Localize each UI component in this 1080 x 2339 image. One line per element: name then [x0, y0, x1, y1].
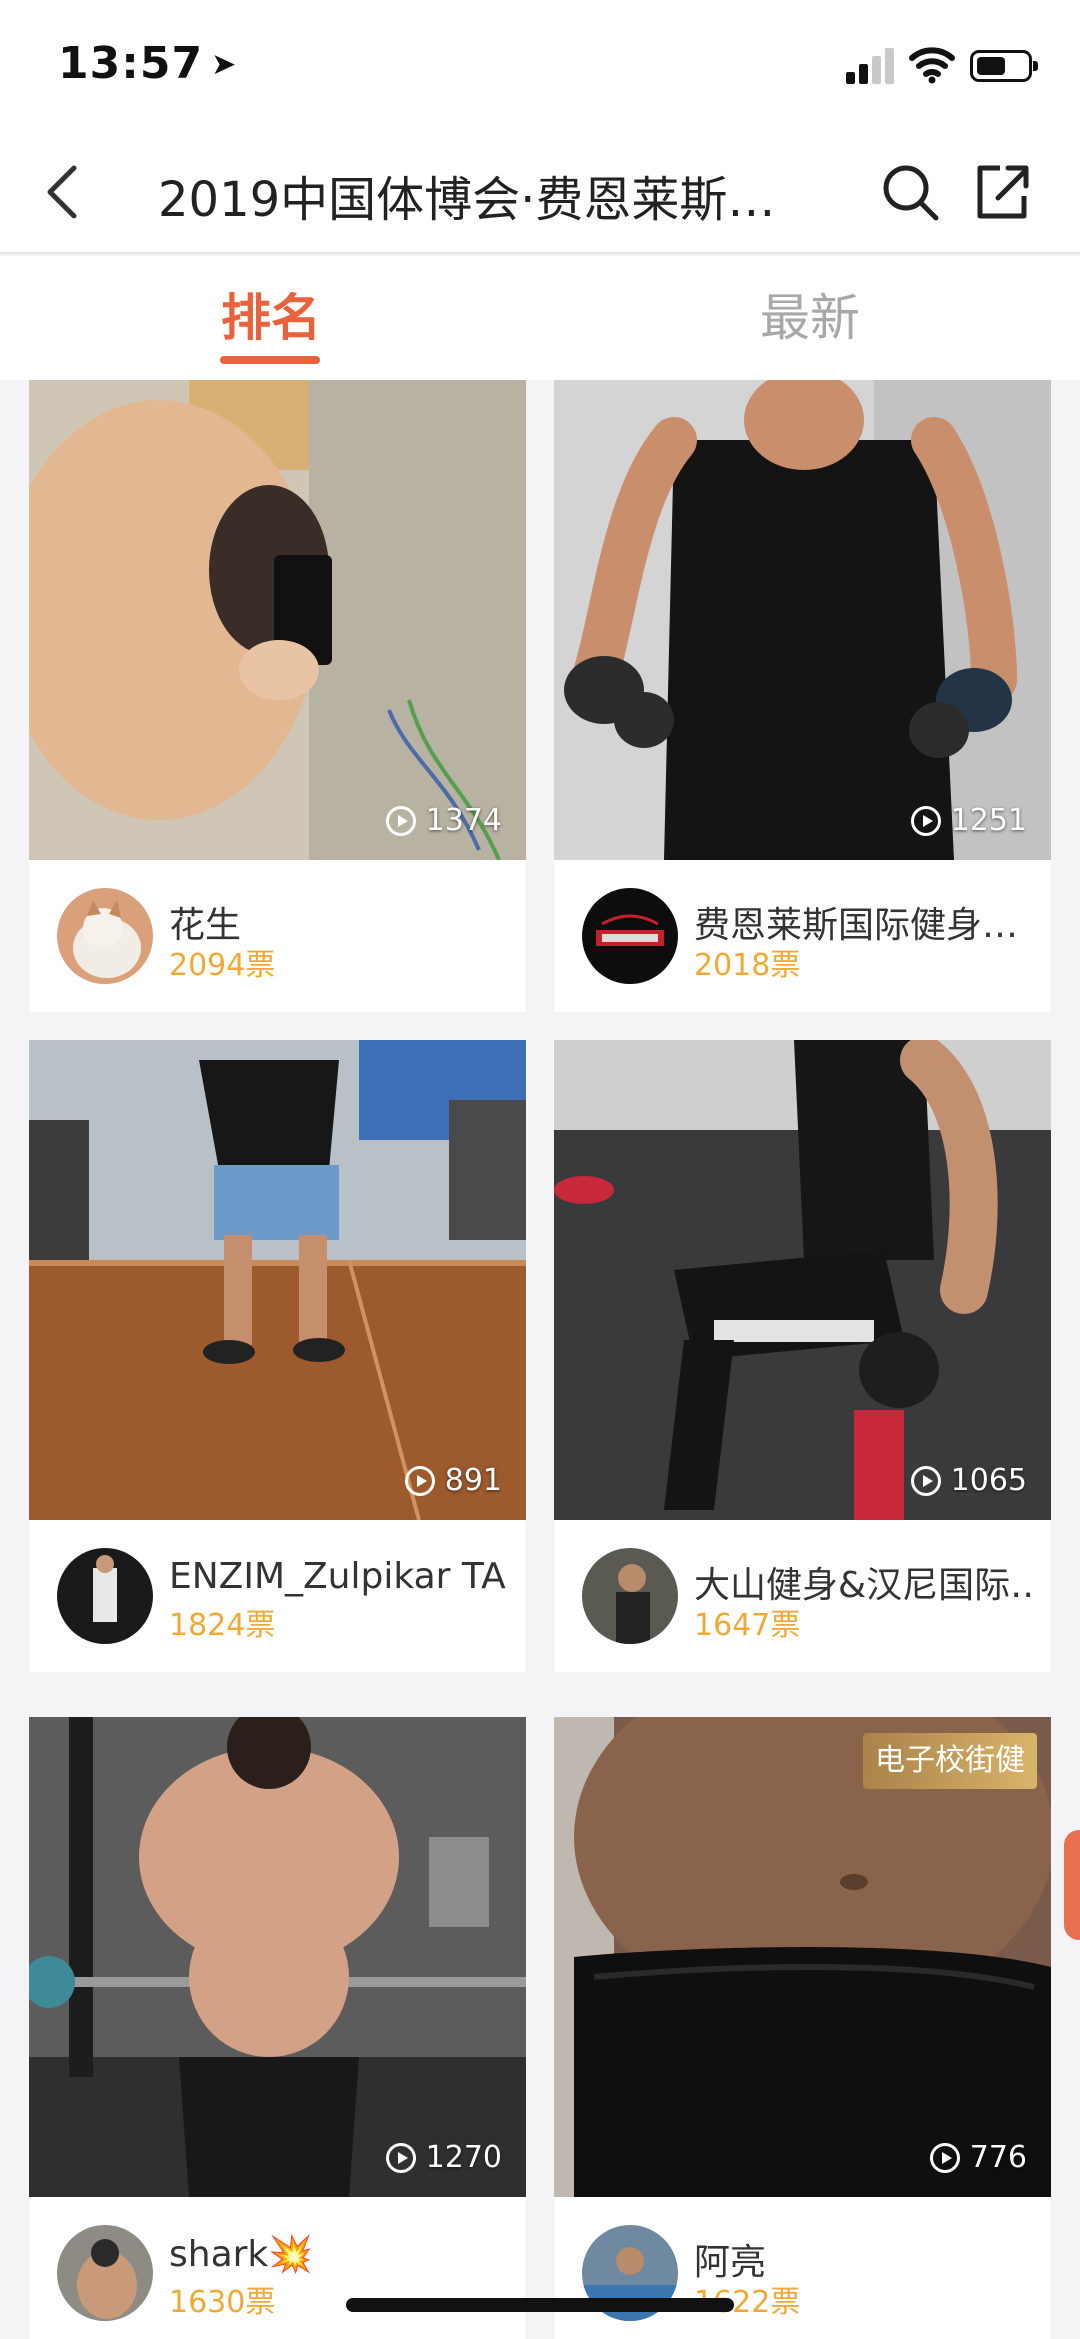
home-indicator[interactable] [346, 2298, 734, 2312]
share-icon[interactable] [970, 156, 1034, 226]
avatar[interactable] [582, 888, 678, 984]
play-icon [929, 2142, 960, 2173]
entry-info: 花生 2094票 [29, 860, 526, 1012]
entry-card[interactable]: 1065 大山健身&汉尼国际… 1647票 [554, 1040, 1051, 1672]
entry-card[interactable]: 1374 花生 2094票 [29, 380, 526, 1012]
video-thumbnail[interactable]: 1065 [554, 1040, 1051, 1520]
play-icon [910, 805, 941, 836]
entry-card[interactable]: 1270 shark💥 1630票 [29, 1717, 526, 2339]
entry-info: 阿亮 1622票 [554, 2197, 1051, 2339]
vote-count: 1647票 [694, 1608, 801, 1643]
wifi-icon [909, 47, 955, 84]
floating-button-edge[interactable] [1064, 1830, 1080, 1940]
active-tab-indicator [220, 356, 320, 364]
vote-count: 2094票 [169, 948, 276, 983]
navigation-bar: 2019中国体博会·费恩莱斯… [0, 130, 1080, 254]
play-icon [910, 1465, 941, 1496]
vote-count: 2018票 [694, 948, 801, 983]
play-icon [385, 2142, 416, 2173]
play-count: 1251 [910, 803, 1027, 838]
status-bar: 13:57 ➤ [0, 0, 1080, 130]
video-thumbnail[interactable]: 电子校街健 776 [554, 1717, 1051, 2197]
entry-card[interactable]: 891 ENZIM_Zulpikar TA… 1824票 [29, 1040, 526, 1672]
tab-latest[interactable]: 最新 [660, 278, 960, 350]
entry-info: ENZIM_Zulpikar TA… 1824票 [29, 1520, 526, 1672]
vote-count: 1630票 [169, 2285, 276, 2320]
entry-name: shark💥 [169, 2234, 314, 2275]
video-thumbnail[interactable]: 1374 [29, 380, 526, 860]
battery-icon [970, 50, 1038, 82]
play-count: 776 [929, 2140, 1027, 2175]
entry-info: 大山健身&汉尼国际… 1647票 [554, 1520, 1051, 1672]
video-thumbnail[interactable]: 1270 [29, 1717, 526, 2197]
avatar[interactable] [582, 1548, 678, 1644]
tab-bar: 排名 最新 [0, 256, 1080, 380]
vote-count: 1824票 [169, 1608, 276, 1643]
entry-card[interactable]: 1251 费恩莱斯国际健身… 2018票 [554, 380, 1051, 1012]
search-icon[interactable] [878, 156, 942, 226]
status-time: 13:57 ➤ [58, 38, 238, 89]
play-count: 1270 [385, 2140, 502, 2175]
video-thumbnail[interactable]: 1251 [554, 380, 1051, 860]
avatar[interactable] [57, 888, 153, 984]
avatar[interactable] [57, 1548, 153, 1644]
video-thumbnail[interactable]: 891 [29, 1040, 526, 1520]
location-arrow-icon: ➤ [211, 47, 238, 82]
play-count: 1374 [385, 803, 502, 838]
avatar[interactable] [57, 2225, 153, 2321]
chevron-left-icon[interactable] [36, 158, 96, 226]
entry-card[interactable]: 电子校街健 776 阿亮 1622票 [554, 1717, 1051, 2339]
entry-info: 费恩莱斯国际健身… 2018票 [554, 860, 1051, 1012]
play-count: 1065 [910, 1463, 1027, 1498]
tab-ranking[interactable]: 排名 [121, 278, 421, 350]
cellular-signal-icon [846, 48, 896, 84]
entries-grid: 1374 花生 2094票 1251 费恩莱斯国际健身… 2018票 891 E… [0, 380, 1080, 2339]
entry-info: shark💥 1630票 [29, 2197, 526, 2339]
play-icon [385, 805, 416, 836]
entry-name: ENZIM_Zulpikar TA… [169, 1556, 509, 1597]
badge: 电子校街健 [863, 1733, 1037, 1789]
play-count: 891 [404, 1463, 502, 1498]
play-icon [404, 1465, 435, 1496]
page-title: 2019中国体博会·费恩莱斯… [158, 172, 776, 228]
